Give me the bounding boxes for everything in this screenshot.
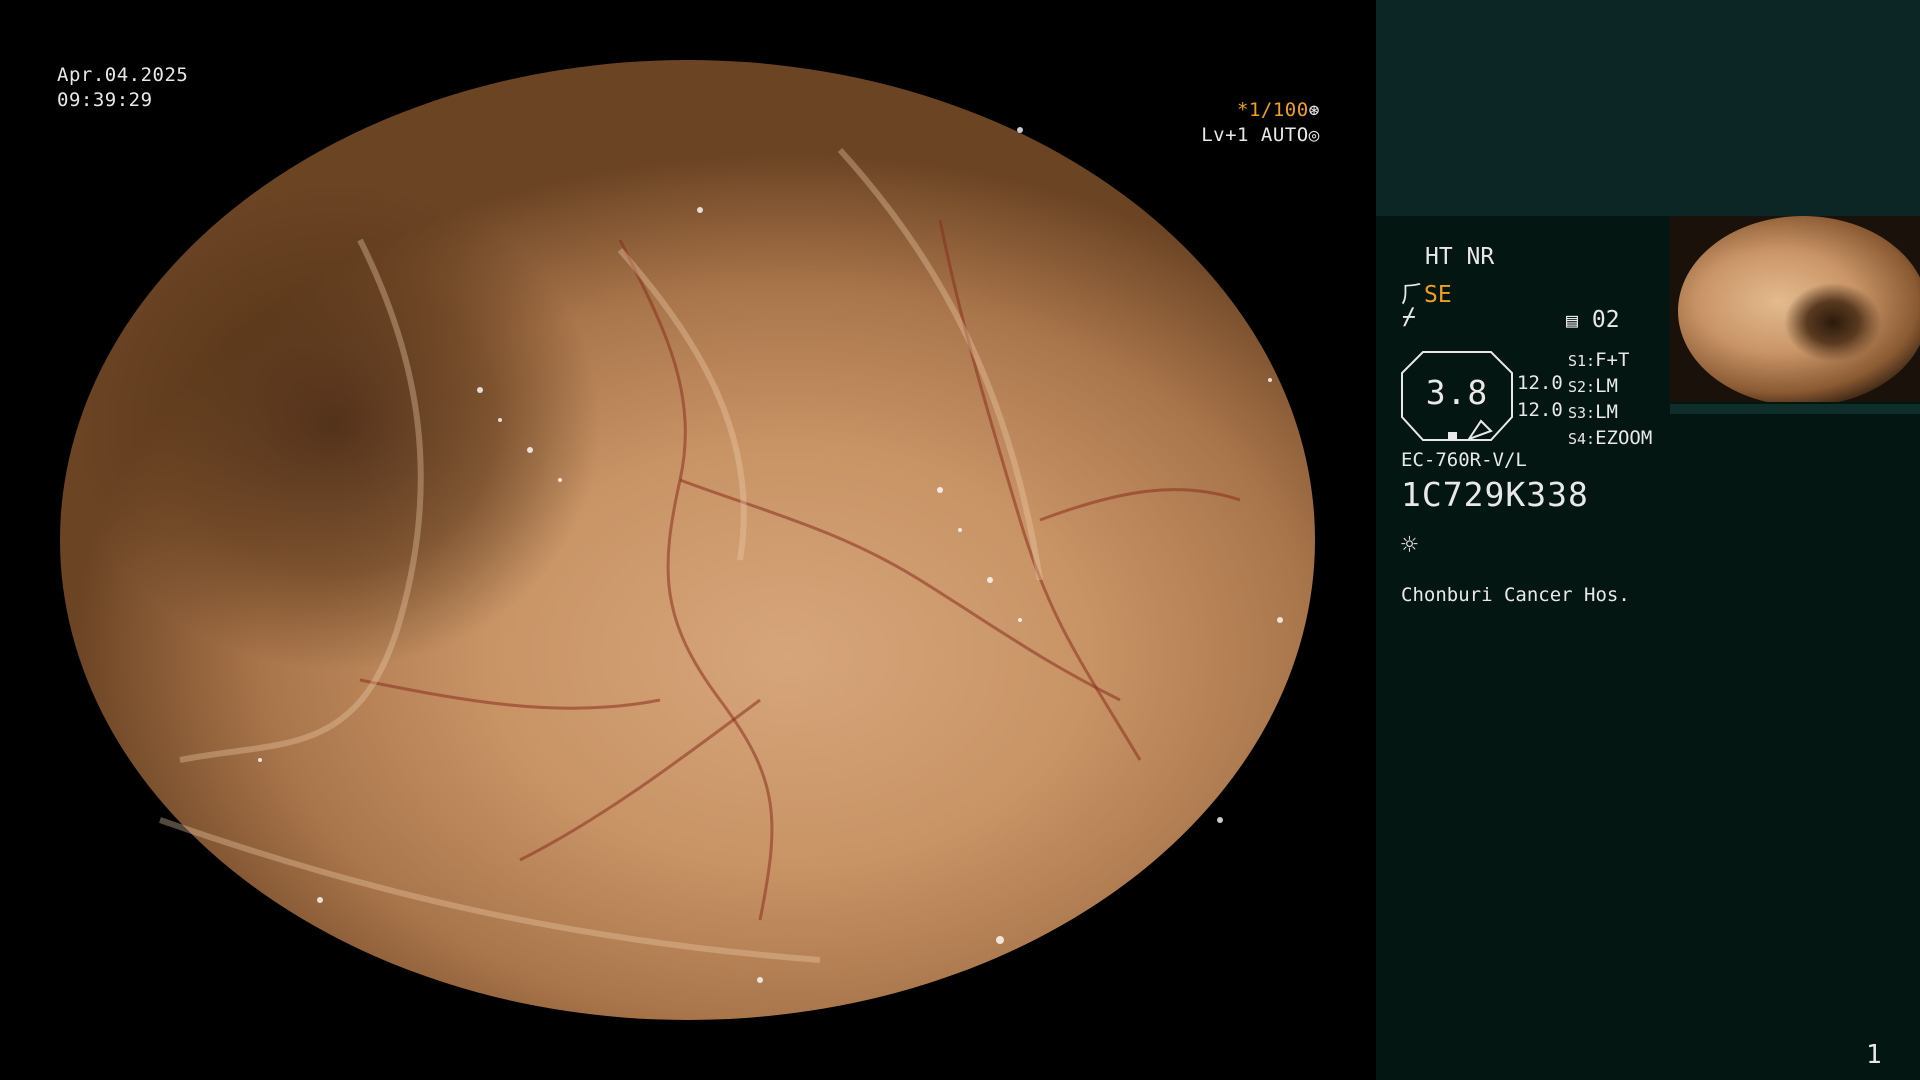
hospital-name: Chonburi Cancer Hos. bbox=[1401, 584, 1630, 606]
switch-item: S1:F+T bbox=[1568, 349, 1630, 371]
shutter-text: *1/100 bbox=[1237, 99, 1309, 121]
se-text: SE bbox=[1424, 282, 1452, 308]
level-text: Lv+1 AUTO bbox=[1201, 124, 1309, 146]
serial-number: 1C729K338 bbox=[1401, 475, 1589, 514]
value-a: 12.0 bbox=[1517, 372, 1563, 394]
endoscope-view bbox=[60, 60, 1315, 1020]
mode-text: HT NR bbox=[1425, 244, 1495, 270]
zoom-value: 3.8 bbox=[1425, 373, 1489, 412]
date-text: Apr.04.2025 bbox=[57, 64, 189, 86]
vessel-overlay bbox=[159, 127, 1283, 983]
exposure-overlay: *1/100⊛ Lv+1 AUTO◎ bbox=[1160, 98, 1320, 148]
scope-model: EC-760R-V/L bbox=[1401, 449, 1527, 471]
iris-icon: ◎ bbox=[1308, 125, 1320, 146]
preset-text: 02 bbox=[1591, 307, 1620, 333]
right-top-panel bbox=[1376, 0, 1920, 216]
value-b: 12.0 bbox=[1517, 399, 1563, 421]
thumbnail-scope bbox=[1678, 216, 1920, 402]
thumbnail-bar bbox=[1670, 404, 1920, 414]
preset-row: ▤ 02 bbox=[1566, 307, 1620, 333]
thumbnail-image[interactable] bbox=[1670, 216, 1920, 402]
datetime-overlay: Apr.04.2025 09:39:29 bbox=[57, 63, 188, 113]
page-number: 1 bbox=[1866, 1040, 1882, 1070]
time-text: 09:39:29 bbox=[57, 89, 153, 111]
signal-icon: ⌿ bbox=[1402, 304, 1416, 330]
aperture-icon: ⊛ bbox=[1308, 100, 1320, 121]
switch-item: S4:EZOOM bbox=[1568, 427, 1653, 449]
document-icon: ▤ bbox=[1566, 308, 1579, 332]
switch-list: S1:F+T S2:LM S3:LM S4:EZOOM bbox=[1568, 348, 1652, 452]
brightness-icon: ☼ bbox=[1401, 528, 1418, 561]
switch-item: S3:LM bbox=[1568, 401, 1618, 423]
switch-item: S2:LM bbox=[1568, 375, 1618, 397]
